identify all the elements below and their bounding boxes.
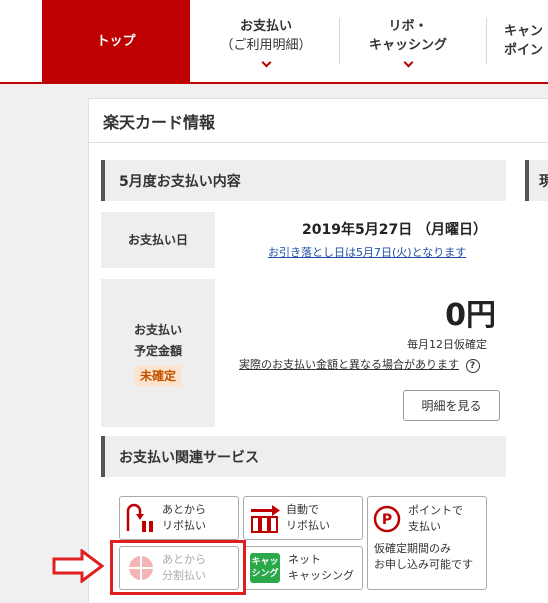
status-badge: 未確定 [134, 366, 181, 386]
nav-cashing-label: キャッシング [368, 37, 447, 53]
net-cashing-line1: ネット [288, 553, 321, 566]
auto-revo-line2: リボ払い [286, 519, 330, 532]
view-details-button[interactable]: 明細を見る [403, 390, 500, 421]
cashing-icon: キャッ シング [250, 553, 280, 583]
withdrawal-date-link[interactable]: お引き落とし日は5月7日(火)となります [268, 244, 466, 260]
later-revo-line1: あとから [162, 503, 206, 516]
point-note-line1: 仮確定期間のみ [374, 542, 451, 555]
point-payment-tile[interactable]: P ポイントで 支払い 仮確定期間のみ お申し込み可能です [367, 496, 487, 590]
amount-difference-row: 実際のお支払い金額と異なる場合があります ? [239, 356, 480, 373]
nav-campaign-label: キャン [504, 24, 544, 39]
panel-title: 楽天カード情報 [103, 113, 216, 132]
nav-divider [339, 18, 340, 64]
section-header-payment-services: お支払い関連サービス [101, 436, 506, 477]
chevron-down-icon [261, 57, 271, 67]
help-icon[interactable]: ? [465, 359, 480, 373]
scheduled-amount-label-line2: 予定金額 [133, 344, 182, 358]
provisional-note: 毎月12日仮確定 [407, 338, 487, 351]
auto-revo-tile[interactable]: 自動で リボ払い [243, 496, 363, 540]
nav-top[interactable]: トップ [42, 0, 190, 82]
later-revo-line2: リボ払い [162, 519, 206, 532]
revo-later-icon [126, 503, 153, 532]
scheduled-amount-label-line1: お支払い [133, 323, 182, 337]
amount-difference-link[interactable]: 実際のお支払い金額と異なる場合があります [239, 358, 459, 371]
nav-revo-cashing[interactable]: リボ・ キャッシング [344, 0, 472, 82]
nav-campaign[interactable]: キャン ポイン [504, 0, 548, 82]
point-note-line2: お申し込み可能です [374, 558, 473, 571]
nav-payment-label: お支払い [239, 18, 292, 34]
section-header-may-payment: 5月度お支払い内容 [101, 160, 506, 201]
point-icon: P [373, 505, 401, 533]
payment-date: 2019年5月27日 （月曜日） [302, 222, 488, 238]
nav-revo-label: リボ・ [388, 18, 428, 34]
payment-date-label-text: お支払い日 [127, 232, 188, 247]
auto-revo-icon [251, 505, 280, 533]
net-cashing-line2: キャッシング [288, 569, 354, 582]
section-header-right-partial: 現 [525, 160, 548, 201]
nav-top-label: トップ [96, 33, 136, 49]
chevron-down-icon [403, 57, 413, 67]
nav-payment[interactable]: お支払い （ご利用明細） [200, 0, 332, 82]
highlight-box [110, 540, 246, 595]
point-icon-letter: P [382, 512, 392, 528]
later-revo-tile[interactable]: あとから リボ払い [119, 496, 239, 540]
point-pay-line1: ポイントで [408, 504, 463, 517]
divider [89, 142, 548, 143]
cashing-icon-line2: シング [251, 569, 279, 579]
nav-point-label: ポイン [504, 43, 544, 58]
net-cashing-tile[interactable]: キャッ シング ネット キャッシング [243, 546, 363, 590]
right-arrow-icon [52, 549, 104, 583]
cashing-icon-line1: キャッ [251, 557, 279, 567]
nav-payment-sublabel: （ご利用明細） [220, 37, 312, 53]
scheduled-amount-label: お支払い 予定金額 未確定 [101, 279, 215, 427]
scheduled-amount: 0円 [445, 298, 496, 333]
point-pay-line2: 支払い [408, 520, 441, 533]
nav-divider [486, 18, 487, 64]
top-navigation: トップ お支払い （ご利用明細） リボ・ キャッシング キャン ポイン [0, 0, 548, 84]
auto-revo-line1: 自動で [286, 503, 319, 516]
payment-date-label: お支払い日 [101, 212, 215, 268]
